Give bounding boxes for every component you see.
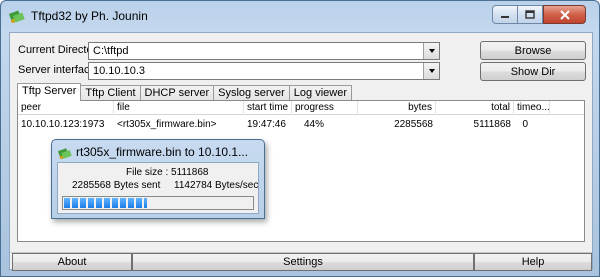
cell-peer: 10.10.10.123:1973 (21, 119, 105, 130)
progress-segment (64, 198, 70, 208)
browse-button-label: Browse (514, 44, 552, 57)
tab-tftp-client[interactable]: Tftp Client (80, 85, 141, 101)
current-directory-combo[interactable]: C:\tftpd (88, 42, 440, 60)
chevron-down-icon[interactable] (423, 43, 439, 59)
progress-segment (88, 198, 94, 208)
column-file[interactable]: file (114, 101, 244, 115)
tab-log-viewer[interactable]: Log viewer (288, 85, 352, 101)
progress-segment (112, 198, 118, 208)
help-button-label: Help (521, 256, 545, 268)
column-start-time[interactable]: start time (244, 101, 292, 115)
list-header: peer file start time progress bytes tota… (18, 101, 584, 115)
tftpd-app-icon (9, 10, 25, 23)
tab-tftp-server[interactable]: Tftp Server (17, 83, 82, 101)
cell-progress: 44% (304, 119, 325, 130)
column-progress[interactable]: progress (292, 101, 358, 115)
column-timeout[interactable]: timeo... (514, 101, 550, 115)
main-window: Tftpd32 by Ph. Jounin Current Directory … (0, 0, 600, 277)
bottom-bar: About Settings Help (10, 252, 592, 271)
settings-button-label: Settings (283, 256, 323, 268)
close-button[interactable] (543, 5, 586, 24)
help-button[interactable]: Help (474, 253, 592, 271)
file-size-text: File size : 5111868 (126, 167, 209, 178)
column-peer[interactable]: peer (18, 101, 114, 115)
progress-segment (80, 198, 86, 208)
title-bar[interactable]: Tftpd32 by Ph. Jounin (1, 1, 599, 31)
show-dir-button[interactable]: Show Dir (480, 62, 586, 81)
progress-segment (72, 198, 78, 208)
transfer-rate-text: 1142784 Bytes/sec (174, 180, 259, 191)
server-interfaces-combo[interactable]: 10.10.10.3 (88, 62, 440, 80)
tab-dhcp-server[interactable]: DHCP server (139, 85, 215, 101)
dialog-title: rt305x_firmware.bin to 10.10.1... (76, 145, 249, 159)
progress-segment (136, 198, 142, 208)
transfer-progress-dialog[interactable]: rt305x_firmware.bin to 10.10.1... File s… (51, 139, 265, 219)
bytes-sent-text: 2285568 Bytes sent (72, 180, 161, 191)
maximize-button[interactable] (518, 5, 543, 24)
maximize-icon (525, 10, 535, 19)
progress-segment (128, 198, 134, 208)
about-button[interactable]: About (12, 253, 132, 271)
settings-button[interactable]: Settings (132, 253, 474, 271)
tab-syslog-server[interactable]: Syslog server (213, 85, 290, 101)
tab-strip: Tftp Server Tftp Client DHCP server Sysl… (17, 83, 352, 101)
dialog-body: File size : 5111868 2285568 Bytes sent 1… (57, 162, 259, 214)
cell-start-time: 19:47:46 (247, 119, 286, 130)
progress-segment (96, 198, 102, 208)
tftpd-app-icon (58, 148, 72, 160)
minimize-icon (501, 15, 509, 18)
progress-fill (64, 198, 147, 208)
cell-timeout: 0 (522, 119, 528, 130)
transfer-progress-bar (62, 196, 254, 210)
show-dir-button-label: Show Dir (510, 65, 556, 78)
browse-button[interactable]: Browse (480, 41, 586, 60)
minimize-button[interactable] (492, 5, 518, 24)
column-total[interactable]: total (436, 101, 514, 115)
cell-file: <rt305x_firmware.bin> (117, 119, 217, 130)
chevron-down-icon[interactable] (423, 63, 439, 79)
close-icon (559, 9, 570, 20)
current-directory-value: C:\tftpd (93, 45, 129, 57)
window-title: Tftpd32 by Ph. Jounin (31, 9, 148, 23)
progress-segment (104, 198, 110, 208)
server-interfaces-value: 10.10.10.3 (93, 65, 145, 77)
column-bytes[interactable]: bytes (358, 101, 436, 115)
cell-bytes: 2285568 (394, 119, 433, 130)
progress-segment (120, 198, 126, 208)
cell-total: 5111868 (473, 119, 511, 130)
table-row[interactable]: 10.10.10.123:1973 <rt305x_firmware.bin> … (18, 118, 584, 131)
about-button-label: About (57, 256, 87, 268)
progress-segment (144, 198, 147, 208)
